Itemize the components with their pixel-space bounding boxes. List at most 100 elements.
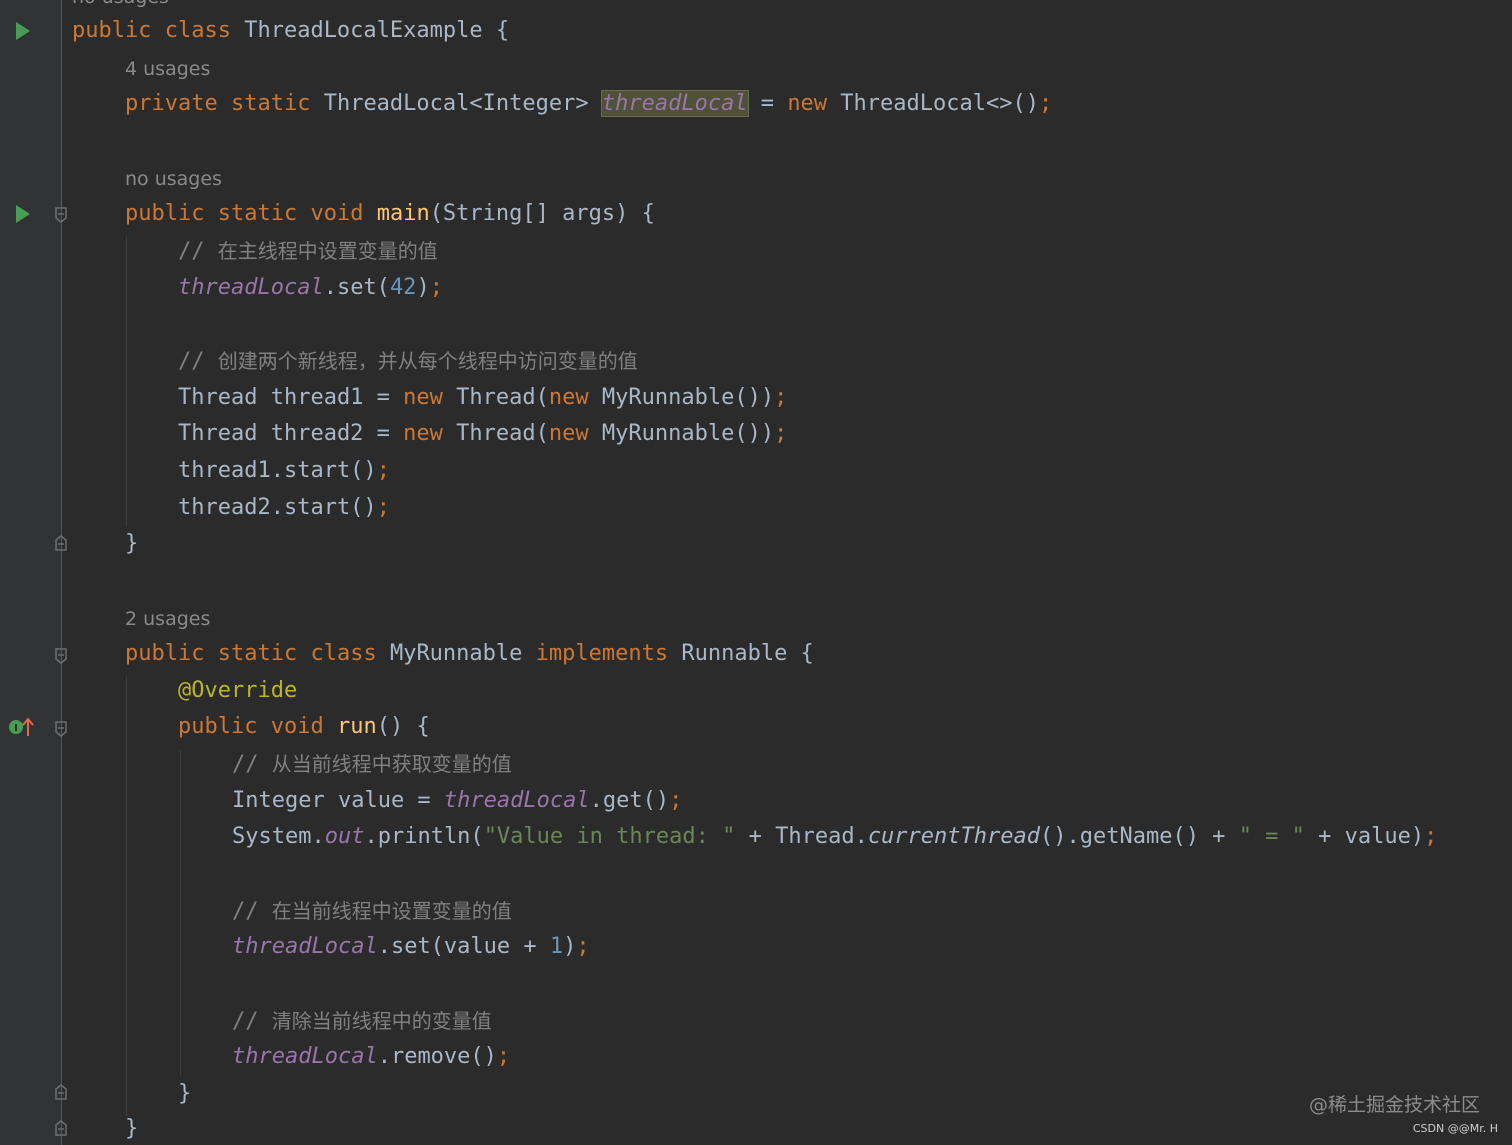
code-line-start2[interactable]: thread2.start();: [178, 493, 390, 523]
operator: + value): [1304, 824, 1425, 849]
code-line-run-decl[interactable]: public void run() {: [178, 712, 430, 742]
keyword: new: [403, 421, 443, 446]
method-call: .set(: [323, 275, 390, 300]
code-line-comment[interactable]: // 在当前线程中设置变量的值: [232, 896, 512, 926]
usages-hint[interactable]: 4 usages: [125, 56, 210, 82]
class-name: MyRunnable: [376, 641, 536, 666]
declaration: Integer value =: [232, 788, 444, 813]
keyword: private: [125, 91, 218, 116]
usages-hint[interactable]: 2 usages: [125, 606, 210, 632]
code-line-println[interactable]: System.out.println("Value in thread: " +…: [232, 822, 1437, 852]
code-editor[interactable]: I no usages public class ThreadLocalExam…: [0, 0, 1512, 1145]
keyword: public: [125, 201, 205, 226]
method-call: .get(): [589, 788, 670, 813]
code-line-set2[interactable]: threadLocal.set(value + 1);: [232, 932, 590, 962]
method-call: ().getName() +: [1040, 824, 1239, 849]
semicolon: ;: [376, 495, 390, 520]
fold-icon[interactable]: [54, 648, 68, 664]
method-call: thread1.start(): [178, 458, 377, 483]
operator: + Thread.: [735, 824, 868, 849]
comment-text: 在主线程中设置变量的值: [217, 239, 438, 263]
semicolon: ;: [429, 275, 443, 300]
type: ThreadLocal<Integer>: [323, 91, 589, 116]
code-line-field-decl[interactable]: private static ThreadLocal<Integer> thre…: [125, 89, 1052, 119]
static-method: currentThread: [867, 824, 1040, 849]
keyword: public: [72, 18, 152, 43]
code-line-set[interactable]: threadLocal.set(42);: [178, 273, 443, 303]
constructor-call: MyRunnable()): [588, 385, 775, 410]
run-main-icon[interactable]: [16, 205, 30, 223]
code-line-remove[interactable]: threadLocal.remove();: [232, 1042, 510, 1072]
class-name: ThreadLocalExample: [244, 18, 483, 43]
method-call: thread2.start(): [178, 495, 377, 520]
usages-hint[interactable]: no usages: [125, 166, 222, 192]
keyword: public: [125, 641, 205, 666]
keyword: static: [230, 91, 311, 116]
field-ref: threadLocal: [443, 788, 590, 813]
semicolon: ;: [576, 934, 590, 959]
credit-label: CSDN @@Mr. H: [1412, 1122, 1498, 1135]
keyword: new: [403, 385, 443, 410]
highlighted-field: threadLocal: [600, 90, 749, 117]
parameters: () {: [376, 714, 430, 739]
code-line-comment[interactable]: // 在主线程中设置变量的值: [178, 236, 438, 266]
code-line-comment[interactable]: // 创建两个新线程，并从每个线程中访问变量的值: [178, 346, 638, 376]
code-line-runnable-decl[interactable]: public static class MyRunnable implement…: [125, 639, 814, 669]
method-name: run: [336, 714, 377, 739]
fold-icon[interactable]: [54, 207, 68, 223]
watermark: @稀土掘金技术社区: [1308, 1094, 1480, 1116]
code-line-comment[interactable]: // 从当前线程中获取变量的值: [232, 749, 512, 779]
code-line-thread2[interactable]: Thread thread2 = new Thread(new MyRunnab…: [178, 419, 787, 449]
run-class-icon[interactable]: [16, 22, 30, 40]
semicolon: ;: [1424, 824, 1438, 849]
semicolon: ;: [1038, 91, 1053, 116]
declaration: Thread thread1 =: [178, 385, 404, 410]
fold-icon[interactable]: [54, 721, 68, 737]
static-field: out: [324, 824, 365, 849]
comment-text: 清除当前线程中的变量值: [271, 1009, 492, 1033]
method-name: main: [376, 201, 430, 226]
code-line-get[interactable]: Integer value = threadLocal.get();: [232, 786, 682, 816]
number: 42: [389, 275, 417, 300]
method-call: .remove(): [377, 1044, 497, 1069]
code-line-close-brace[interactable]: }: [125, 1114, 138, 1144]
implements-icon[interactable]: I: [8, 716, 36, 738]
constructor-call: Thread(: [442, 421, 549, 446]
indent-guide: [180, 750, 181, 1076]
keyword: new: [548, 385, 589, 410]
paren: ): [416, 275, 430, 300]
field-ref: threadLocal: [232, 934, 378, 959]
semicolon: ;: [669, 788, 683, 813]
keyword: new: [787, 91, 828, 116]
indent-guide: [126, 676, 127, 1116]
fold-icon[interactable]: [54, 1084, 68, 1100]
semicolon: ;: [496, 1044, 511, 1069]
code-line-main-decl[interactable]: public static void main(String[] args) {: [125, 199, 655, 229]
gutter: [0, 0, 62, 1145]
comment-slashes: //: [232, 752, 272, 777]
interface-name: Runnable {: [668, 641, 814, 666]
code-line-comment[interactable]: // 清除当前线程中的变量值: [232, 1006, 492, 1036]
indent-guide: [126, 236, 127, 526]
fold-icon[interactable]: [54, 1120, 68, 1136]
keyword: implements: [535, 641, 669, 666]
keyword: class: [310, 641, 377, 666]
keyword: new: [548, 421, 589, 446]
keyword: void: [310, 201, 364, 226]
semicolon: ;: [774, 421, 788, 446]
svg-text:I: I: [14, 723, 18, 734]
comment-text: 在当前线程中设置变量的值: [271, 899, 512, 923]
code-line-thread1[interactable]: Thread thread1 = new Thread(new MyRunnab…: [178, 383, 787, 413]
usages-hint[interactable]: no usages: [72, 0, 169, 8]
code-line-close-brace[interactable]: }: [125, 529, 138, 559]
parameters: (String[] args) {: [429, 201, 655, 226]
method-call: .println(: [364, 824, 484, 849]
code-line-start1[interactable]: thread1.start();: [178, 456, 390, 486]
code-line-class-decl[interactable]: public class ThreadLocalExample {: [72, 16, 509, 46]
annotation: @Override: [178, 678, 298, 703]
code-line-close-brace[interactable]: }: [178, 1079, 191, 1109]
keyword: public: [178, 714, 258, 739]
code-line-annotation[interactable]: @Override: [178, 676, 297, 706]
constructor-call: ThreadLocal<>(): [827, 91, 1039, 116]
fold-icon[interactable]: [54, 535, 68, 551]
